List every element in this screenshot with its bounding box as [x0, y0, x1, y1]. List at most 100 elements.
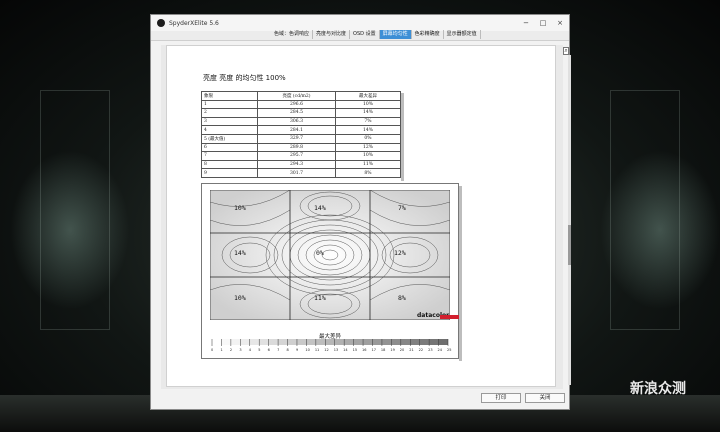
legend-tick-label: 2	[229, 348, 233, 352]
legend-tick-label: 4	[248, 348, 251, 352]
report-page: 亮度 亮度 的均匀性 100% 象限 亮度 (cd/m2) 最大差异 1 296.…	[166, 45, 556, 387]
legend-tick-label: 16	[362, 348, 367, 352]
background-panel	[610, 90, 680, 330]
legend-swatch	[372, 339, 382, 345]
table-cell: 7	[201, 151, 258, 161]
report-tabs: 色域：色调响应 亮度与对比度 OSD 设置 屏幕均匀性 色彩精确度 显示器额定值	[271, 30, 481, 39]
table-cell: 8	[201, 159, 258, 170]
table-cell: 11%	[335, 159, 401, 170]
column-header: 亮度 (cd/m2)	[257, 91, 336, 101]
legend-swatch	[249, 339, 260, 345]
table-row: 4 284.1 14%	[201, 125, 401, 135]
legend-swatch	[325, 339, 335, 345]
table-header-row: 象限 亮度 (cd/m2) 最大差异	[201, 91, 401, 101]
table-cell: 5 (最大值)	[201, 133, 258, 144]
magnifier-icon[interactable]: ⌕	[563, 47, 569, 55]
cell-label-4: 14%	[234, 249, 246, 257]
table-cell: 10%	[335, 99, 401, 110]
table-row: 9 301.7 8%	[201, 168, 401, 178]
legend-tick-label: 25	[447, 348, 452, 352]
legend-tick-label: 11	[314, 348, 320, 352]
legend-tick-label: 21	[409, 348, 414, 352]
legend-swatch	[315, 339, 326, 345]
table-cell: 3	[201, 116, 258, 127]
legend-tick-label: 7	[277, 348, 280, 352]
legend-tick-label: 18	[380, 348, 386, 352]
legend-scale	[211, 339, 449, 346]
cell-label-8: 11%	[314, 294, 326, 302]
table-cell: 4	[201, 125, 258, 135]
tab-screen-uniformity[interactable]: 屏幕均匀性	[379, 30, 412, 39]
table-row: 3 306.3 7%	[201, 116, 401, 127]
tab-gamut[interactable]: 色域：色调响应	[271, 30, 314, 39]
legend-swatch	[419, 339, 430, 345]
table-row: 7 295.7 10%	[201, 151, 401, 161]
legend-swatch	[381, 339, 392, 345]
tab-color-accuracy[interactable]: 色彩精确度	[412, 30, 444, 39]
scrollbar-thumb[interactable]	[568, 225, 571, 265]
close-icon[interactable]: ×	[555, 18, 565, 28]
table-cell: 7%	[335, 116, 401, 127]
cell-label-5: 0%	[316, 249, 324, 257]
table-cell: 6	[201, 142, 258, 153]
legend-swatch	[221, 339, 231, 345]
table-cell: 296.6	[257, 99, 336, 110]
print-button[interactable]: 打印	[481, 393, 521, 403]
legend-swatch	[344, 339, 354, 345]
legend-tick-label: 23	[428, 348, 433, 352]
minimize-icon[interactable]: −	[521, 18, 531, 28]
table-cell: 14%	[335, 125, 401, 135]
legend-swatch	[212, 339, 222, 345]
uniformity-table: 象限 亮度 (cd/m2) 最大差异 1 296.6 10% 2 284.5 14% 3 30…	[201, 91, 401, 178]
table-cell: 2	[201, 108, 258, 118]
table-cell: 329.7	[257, 133, 336, 144]
cell-label-6: 12%	[394, 249, 406, 257]
background-panel	[40, 90, 110, 330]
contour-plot	[210, 190, 450, 320]
table-cell: 294.3	[257, 159, 336, 170]
legend-tick-label: 1	[220, 348, 223, 352]
legend-tick-label: 5	[258, 348, 261, 352]
legend-tick-label: 19	[390, 348, 395, 352]
legend-swatch	[353, 339, 364, 345]
legend-swatch	[334, 339, 345, 345]
table-cell: 301.7	[257, 168, 336, 178]
table-cell: 289.8	[257, 142, 336, 153]
table-row: 2 284.5 14%	[201, 108, 401, 118]
maximize-icon[interactable]: □	[538, 18, 548, 28]
title-bar: SpyderXElite 5.6 − □ ×	[151, 15, 569, 31]
legend-swatch	[438, 339, 448, 345]
cell-label-7: 10%	[234, 294, 246, 302]
legend-tick-label: 12	[324, 348, 329, 352]
legend-tick-label: 14	[343, 348, 348, 352]
legend-swatch	[278, 339, 288, 345]
legend-tick-label: 0	[211, 348, 214, 352]
uniformity-map: 10% 14% 7% 14% 0% 12% 10% 11% 8% datacol…	[201, 183, 460, 359]
legend-tick-label: 13	[333, 348, 339, 352]
legend-tick-label: 3	[239, 348, 242, 352]
close-button[interactable]: 关闭	[525, 393, 565, 403]
app-logo-icon	[157, 19, 165, 27]
tab-display-rating[interactable]: 显示器额定值	[444, 30, 481, 39]
column-header: 象限	[201, 91, 258, 101]
legend-swatch	[410, 339, 420, 345]
legend-swatch	[296, 339, 307, 345]
legend-tick-label: 8	[286, 348, 289, 352]
table-cell: 9	[201, 168, 258, 178]
legend-swatch	[259, 339, 269, 345]
legend-swatch	[429, 339, 439, 345]
legend-tick-label: 17	[371, 348, 376, 352]
tab-brightness-contrast[interactable]: 亮度与对比度	[313, 30, 351, 39]
vertical-scrollbar[interactable]	[568, 55, 571, 385]
legend-swatch	[400, 339, 411, 345]
table-cell: 14%	[335, 108, 401, 118]
table-row: 5 (最大值) 329.7 0%	[201, 133, 401, 144]
legend-tick-label: 9	[295, 348, 299, 352]
table-cell: 12%	[335, 142, 401, 153]
tab-osd-settings[interactable]: OSD 设置	[350, 30, 380, 39]
legend-swatch	[363, 339, 373, 345]
legend-tick-label: 10	[305, 348, 310, 352]
table-cell: 10%	[335, 151, 401, 161]
legend-tick-label: 22	[418, 348, 424, 352]
legend-swatch	[230, 339, 241, 345]
